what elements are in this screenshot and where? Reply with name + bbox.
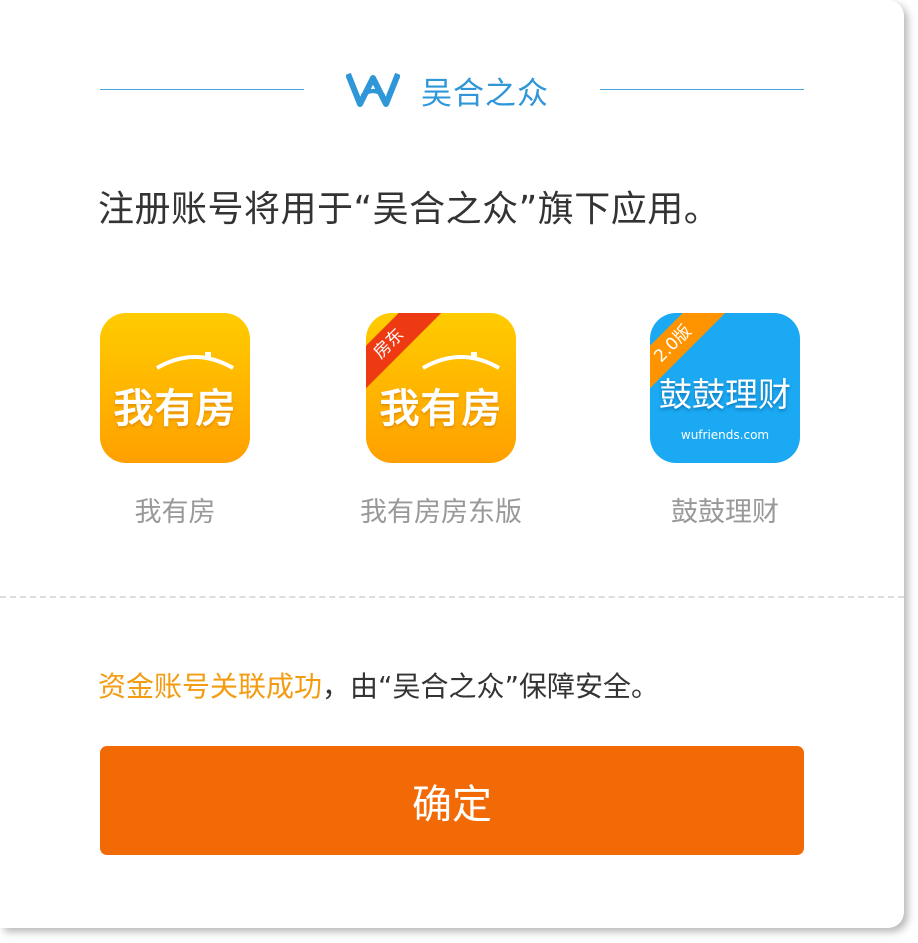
- house-roof-icon: [155, 352, 235, 370]
- app-label: 鼓鼓理财: [671, 497, 779, 528]
- wuhe-w-logo-icon: [346, 72, 400, 107]
- app-domain-text: wufriends.com: [680, 428, 770, 442]
- status-rest-text: ，由“吴合之众”保障安全。: [322, 670, 660, 703]
- app-item-gugulicai: 2.0版 鼓鼓理财 wufriends.com 鼓鼓理财: [650, 313, 800, 529]
- dialog-card: 吴合之众 注册账号将用于“吴合之众”旗下应用。 我有房 我有房 房东 我有房 我…: [0, 0, 904, 928]
- house-roof-icon: [421, 352, 501, 370]
- status-message: 资金账号关联成功，由“吴合之众”保障安全。: [98, 665, 659, 705]
- dashed-divider: [0, 596, 904, 598]
- app-icon-wooyoufang: 我有房: [100, 313, 250, 463]
- app-label: 我有房: [134, 497, 216, 528]
- brand-divider-left: [100, 89, 304, 90]
- app-icon-text: 鼓鼓理财: [659, 375, 791, 414]
- app-item-wooyoufang-landlord: 房东 我有房 我有房房东版: [341, 313, 541, 529]
- intro-text: 注册账号将用于“吴合之众”旗下应用。: [98, 189, 721, 230]
- app-label: 我有房房东版: [360, 497, 522, 528]
- confirm-button[interactable]: 确定: [100, 746, 804, 855]
- brand-name: 吴合之众: [421, 75, 549, 112]
- app-icon-text: 我有房: [113, 386, 237, 432]
- app-icon-text: 我有房: [379, 386, 503, 432]
- app-icon-gugulicai: 2.0版 鼓鼓理财 wufriends.com: [650, 313, 800, 463]
- brand-divider-right: [600, 89, 804, 90]
- app-item-wooyoufang: 我有房 我有房: [100, 313, 250, 529]
- status-success-text: 资金账号关联成功: [98, 670, 323, 703]
- app-icon-wooyoufang-landlord: 房东 我有房: [366, 313, 516, 463]
- brand-header: 吴合之众: [346, 68, 549, 112]
